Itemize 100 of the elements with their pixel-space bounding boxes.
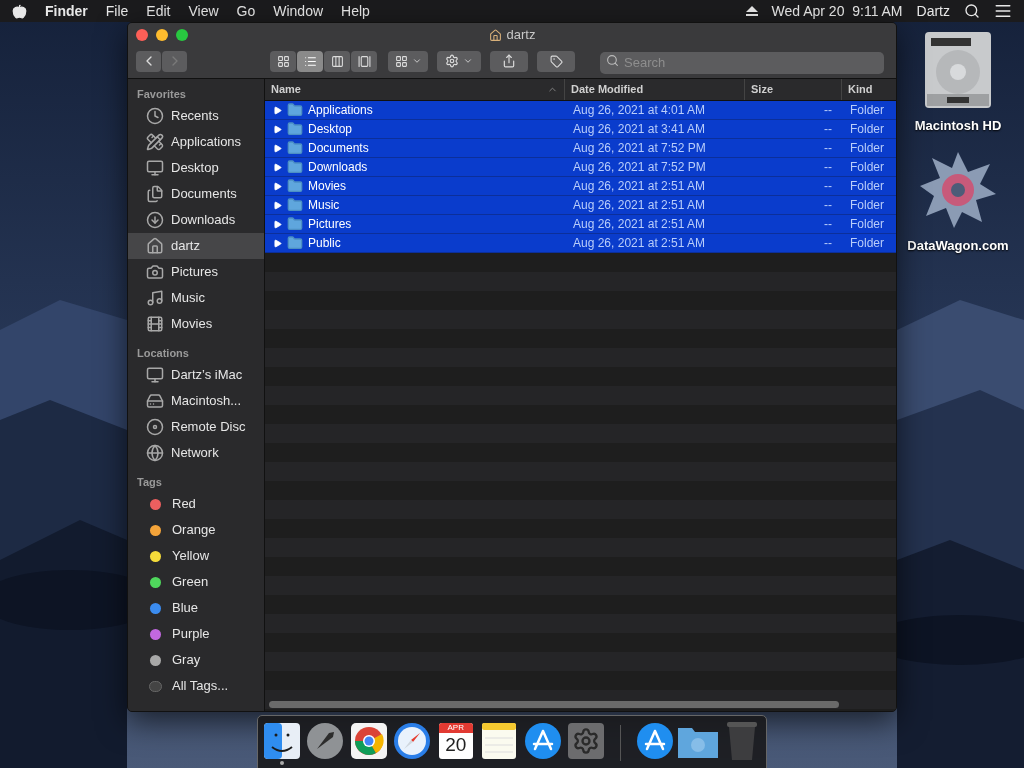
sidebar-item[interactable]: dartz	[128, 233, 264, 259]
sidebar-item[interactable]: Movies	[128, 311, 264, 337]
sidebar-item[interactable]: Blue	[128, 595, 264, 621]
sidebar-item[interactable]: Pictures	[128, 259, 264, 285]
size-cell-text: --	[823, 121, 833, 138]
column-header[interactable]: Date Modified	[565, 79, 745, 100]
eject-icon[interactable]	[745, 5, 758, 17]
folder-icon	[287, 197, 303, 213]
sidebar-item[interactable]: All Tags...	[128, 673, 264, 699]
column-header[interactable]: Size	[745, 79, 842, 100]
minimize-button[interactable]	[156, 29, 168, 41]
share-button[interactable]	[490, 50, 528, 72]
file-row[interactable]: Desktop Aug 26, 2021 at 3:41 AM -- Folder	[265, 120, 896, 139]
file-row[interactable]: Public Aug 26, 2021 at 2:51 AM -- Folder	[265, 234, 896, 253]
kind-cell-text: Folder	[849, 121, 885, 138]
smiling-face-icon[interactable]	[263, 723, 300, 759]
size-cell-text: --	[823, 102, 833, 119]
menu-list-icon[interactable]	[994, 2, 1012, 20]
zoom-button[interactable]	[176, 29, 188, 41]
file-row[interactable]: Movies Aug 26, 2021 at 2:51 AM -- Folder	[265, 177, 896, 196]
app-menu[interactable]: Finder	[45, 0, 88, 22]
view-mode-button[interactable]	[324, 50, 350, 72]
share-icon	[502, 54, 516, 68]
folder-icon	[287, 235, 303, 251]
menu-item[interactable]: Edit	[146, 0, 171, 22]
file-name: Applications	[308, 102, 373, 119]
kind-cell-text: Folder	[849, 140, 885, 157]
rocket-icon[interactable]	[307, 723, 344, 759]
group-button[interactable]	[388, 50, 428, 72]
home-icon	[488, 28, 502, 42]
sidebar-item[interactable]: Red	[128, 491, 264, 517]
pencil-ruler-icon	[146, 133, 164, 151]
sidebar-item[interactable]: Purple	[128, 621, 264, 647]
user-menu[interactable]: Dartz	[916, 0, 950, 22]
grid-view-icon	[276, 54, 290, 68]
file-row[interactable]: Music Aug 26, 2021 at 2:51 AM -- Folder	[265, 196, 896, 215]
folder-icon	[287, 121, 303, 137]
size-cell-text: --	[823, 235, 833, 252]
compass-icon[interactable]	[394, 723, 431, 759]
sidebar-heading: Favorites	[136, 87, 187, 102]
action-button[interactable]	[437, 50, 481, 72]
hard-drive-icon	[146, 392, 164, 410]
sidebar-item[interactable]: Documents	[128, 181, 264, 207]
close-button[interactable]	[136, 29, 148, 41]
sidebar-item[interactable]: Green	[128, 569, 264, 595]
folder-icon	[287, 159, 303, 175]
search-icon	[606, 54, 619, 67]
back-button[interactable]	[136, 50, 161, 72]
caret-icon	[411, 56, 422, 66]
sidebar-item[interactable]: Orange	[128, 517, 264, 543]
column-header[interactable]: Kind	[842, 79, 896, 100]
hard-drive-icon[interactable]	[923, 30, 993, 110]
search-icon[interactable]	[964, 3, 980, 19]
view-mode-button[interactable]	[297, 50, 323, 72]
view-mode-button[interactable]	[351, 50, 377, 72]
sidebar-item[interactable]: Macintosh...	[128, 388, 264, 414]
menu-item[interactable]: Go	[236, 0, 256, 22]
date-cell-text: Aug 26, 2021 at 2:51 AM	[572, 197, 707, 214]
sidebar-item[interactable]: Dartz’s iMac	[128, 362, 264, 388]
columns-view-icon	[330, 54, 344, 68]
sidebar-item[interactable]: Desktop	[128, 155, 264, 181]
column-header[interactable]: Name	[265, 79, 565, 100]
menu-item[interactable]: Help	[341, 0, 370, 22]
file-row[interactable]: Pictures Aug 26, 2021 at 2:51 AM -- Folder	[265, 215, 896, 234]
sidebar-item[interactable]: Gray	[128, 647, 264, 673]
horizontal-scrollbar[interactable]	[269, 701, 839, 708]
menu-item[interactable]: View	[188, 0, 219, 22]
sidebar-item[interactable]: Downloads	[128, 207, 264, 233]
monitor-icon	[146, 159, 164, 177]
date-cell-text: Aug 26, 2021 at 2:51 AM	[572, 216, 707, 233]
documents-icon	[146, 185, 164, 203]
list-view-icon	[303, 54, 317, 68]
file-row[interactable]: Applications Aug 26, 2021 at 4:01 AM -- Folder	[265, 101, 896, 120]
sidebar-item[interactable]: Applications	[128, 129, 264, 155]
sidebar-item[interactable]: Remote Disc	[128, 414, 264, 440]
menu-item[interactable]: Window	[273, 0, 324, 22]
menu-clock[interactable]: Wed Apr 20 9:11 AM	[771, 0, 903, 22]
sidebar-item[interactable]: Yellow	[128, 543, 264, 569]
notepad-icon[interactable]	[482, 723, 517, 759]
download-icon	[146, 211, 164, 229]
apple-menu-icon[interactable]	[12, 3, 27, 19]
file-row[interactable]: Downloads Aug 26, 2021 at 7:52 PM -- Folder	[265, 158, 896, 177]
app-store-icon[interactable]	[636, 723, 673, 759]
sidebar-item[interactable]: Network	[128, 440, 264, 466]
size-cell-text: --	[823, 178, 833, 195]
menu-item[interactable]: File	[105, 0, 129, 22]
tag-button[interactable]	[537, 50, 575, 72]
caret-icon	[463, 56, 473, 66]
grid-icon	[394, 54, 408, 68]
sidebar-item[interactable]: Music	[128, 285, 264, 311]
calendar-icon[interactable]: APR 20	[438, 723, 473, 759]
date-cell-text: Aug 26, 2021 at 4:01 AM	[572, 102, 707, 119]
file-row[interactable]: Documents Aug 26, 2021 at 7:52 PM -- Folder	[265, 139, 896, 158]
gallery-view-icon	[357, 54, 371, 68]
chrome-icon[interactable]	[350, 723, 387, 759]
date-cell-text: Aug 26, 2021 at 2:51 AM	[572, 235, 707, 252]
settings-icon[interactable]	[568, 723, 605, 759]
app-store-icon[interactable]	[524, 723, 561, 759]
sidebar-item[interactable]: Recents	[128, 103, 264, 129]
view-mode-button[interactable]	[270, 50, 296, 72]
